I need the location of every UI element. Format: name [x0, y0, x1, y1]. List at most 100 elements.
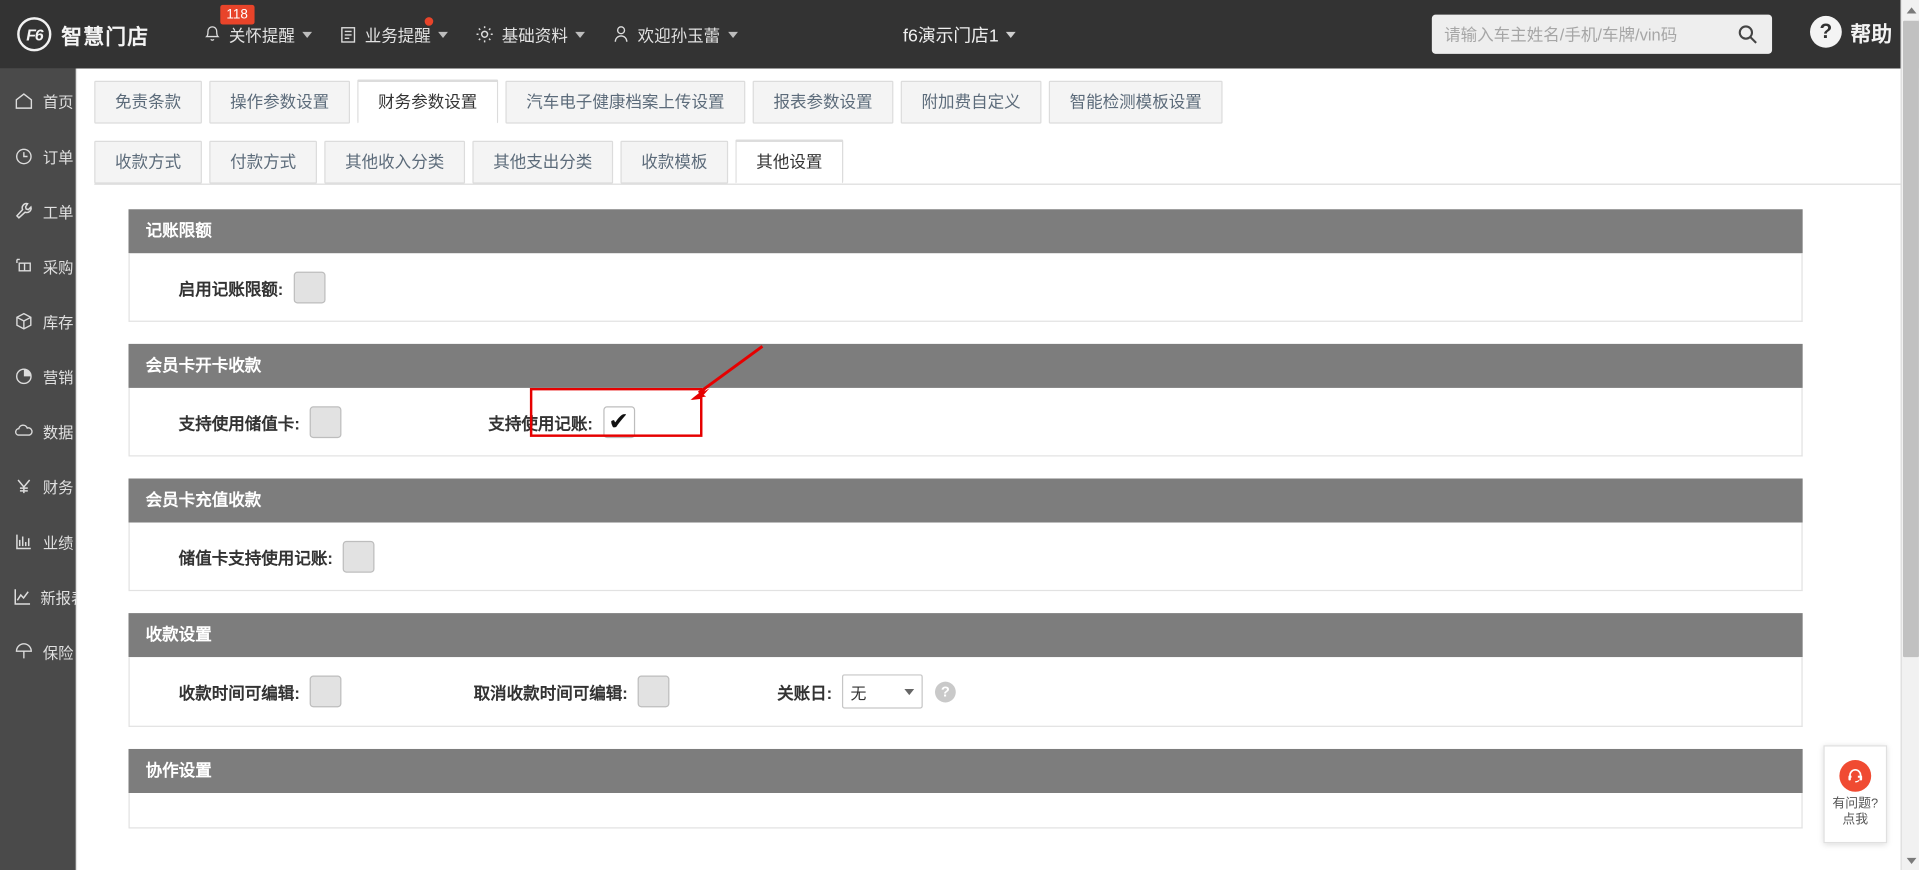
section-receive-settings: 收款设置 收款时间可编辑: 取消收款时间可编辑: 关账日: 无 ?: [128, 613, 1803, 727]
checkbox-stored-card-support-accounting[interactable]: [342, 540, 375, 573]
nav-label-care-reminder: 关怀提醒: [228, 26, 295, 46]
list-icon: [339, 25, 357, 43]
help-label: 帮助: [1850, 22, 1892, 46]
user-icon: [612, 24, 630, 44]
brand-logo-text: F6: [26, 25, 43, 44]
subtab-receive-template[interactable]: 收款模板: [620, 140, 729, 184]
chevron-down-icon: [904, 688, 915, 695]
sidebar-label-orders: 订单: [42, 148, 74, 166]
chat-support-widget[interactable]: 有问题? 点我: [1823, 745, 1888, 844]
sidebar-item-performance[interactable]: 业绩: [0, 519, 76, 563]
field-receive-time-editable: 收款时间可编辑:: [130, 675, 342, 708]
sidebar-item-data[interactable]: 数据: [0, 409, 76, 453]
section-title: 会员卡开卡收款: [128, 343, 1803, 388]
subtab-receive-method[interactable]: 收款方式: [94, 140, 202, 184]
tab-disclaimer[interactable]: 免责条款: [94, 80, 202, 124]
help-button[interactable]: ? 帮助: [1810, 15, 1892, 48]
field-label: 储值卡支持使用记账:: [178, 548, 333, 568]
field-label: 收款时间可编辑:: [178, 684, 300, 703]
chevron-down-icon: [438, 31, 448, 38]
sidebar-item-orders[interactable]: 订单: [0, 133, 76, 177]
scrollbar-up-button[interactable]: [1901, 0, 1919, 20]
chevron-up-icon: [1906, 6, 1916, 13]
field-label: 取消收款时间可编辑:: [473, 684, 628, 703]
sub-tab-bar: 收款方式 付款方式 其他收入分类 其他支出分类 收款模板 其他设置: [77, 124, 1919, 184]
scrollbar-thumb[interactable]: [1903, 20, 1919, 658]
gear-icon: [475, 24, 495, 44]
tab-finance-params[interactable]: 财务参数设置: [357, 80, 499, 124]
sidebar-label-data: 数据: [42, 424, 74, 442]
subtab-other-income-category[interactable]: 其他收入分类: [324, 140, 466, 184]
sidebar-label-insurance: 保险: [42, 644, 74, 662]
sidebar-item-inventory[interactable]: 库存: [0, 299, 76, 343]
checkbox-cancel-receive-time-editable[interactable]: [637, 675, 670, 708]
subtab-payment-method[interactable]: 付款方式: [209, 140, 317, 184]
section-body: 启用记账限额:: [128, 253, 1803, 322]
sidebar-item-home[interactable]: 首页: [0, 78, 76, 122]
help-mark: ?: [1819, 19, 1833, 43]
checkbox-receive-time-editable[interactable]: [309, 675, 342, 708]
line-chart-icon: [12, 586, 33, 607]
screenshot-viewport: F6 智慧门店 关怀提醒 118 业务提醒 基础资料 欢迎孙玉蕾 f6演示门店1…: [0, 0, 1919, 870]
pie-icon: [12, 365, 35, 386]
wrench-icon: [12, 200, 35, 221]
section-title: 收款设置: [128, 613, 1803, 658]
search-input[interactable]: [1431, 25, 1724, 44]
nav-label-business-reminder: 业务提醒: [364, 26, 431, 46]
sidebar-item-marketing[interactable]: 营销: [0, 354, 76, 398]
nav-item-basic-data[interactable]: 基础资料: [475, 22, 585, 46]
sidebar-item-new-report[interactable]: 新报表: [0, 574, 86, 618]
sub-tab-underline: [94, 183, 1904, 185]
section-accounting-limit: 记账限额 启用记账限额:: [128, 209, 1803, 322]
nav-label-user: 欢迎孙玉蕾: [637, 26, 721, 46]
chevron-down-icon: [1906, 857, 1916, 864]
brand-name: 智慧门店: [61, 25, 150, 49]
field-label: 支持使用储值卡:: [178, 414, 300, 433]
search-icon[interactable]: [1723, 15, 1772, 54]
tab-ehealth-upload[interactable]: 汽车电子健康档案上传设置: [505, 80, 746, 124]
nav-item-business-reminder[interactable]: 业务提醒: [339, 17, 448, 46]
tab-smart-inspection-template[interactable]: 智能检测模板设置: [1048, 80, 1223, 124]
chevron-down-icon: [727, 31, 738, 38]
nav-item-user[interactable]: 欢迎孙玉蕾: [612, 22, 738, 46]
sidebar-label-purchase: 采购: [42, 258, 74, 276]
chat-widget-text: 有问题? 点我: [1832, 797, 1878, 829]
nav-item-care-reminder[interactable]: 关怀提醒 118: [203, 4, 313, 46]
section-member-card-open: 会员卡开卡收款 支持使用储值卡: 支持使用记账: ✔: [128, 343, 1803, 457]
field-label: 关账日:: [777, 684, 833, 703]
care-reminder-badge: 118: [220, 4, 254, 25]
f6-logo-icon: F6: [17, 17, 52, 52]
section-title: 会员卡充值收款: [128, 478, 1803, 523]
sidebar-item-insurance[interactable]: 保险: [0, 629, 76, 673]
help-tooltip-icon[interactable]: ?: [934, 681, 956, 702]
sidebar-label-workorder: 工单: [42, 203, 74, 221]
yuan-icon: [12, 475, 35, 496]
umbrella-icon: [12, 641, 35, 662]
headset-icon: [1839, 759, 1872, 792]
scrollbar-down-button[interactable]: [1901, 850, 1919, 870]
top-bar: F6 智慧门店 关怀提醒 118 业务提醒 基础资料 欢迎孙玉蕾 f6演示门店1…: [0, 0, 1919, 69]
sidebar-label-home: 首页: [42, 93, 74, 111]
bar-chart-icon: [12, 531, 35, 552]
subtab-other-expense-category[interactable]: 其他支出分类: [472, 140, 614, 184]
sidebar-item-purchase[interactable]: 采购: [0, 244, 76, 288]
check-mark-icon: ✔: [608, 408, 629, 436]
checkbox-enable-accounting-limit[interactable]: [293, 271, 325, 303]
checkbox-support-stored-value-card[interactable]: [309, 405, 342, 438]
tab-report-params[interactable]: 报表参数设置: [752, 80, 894, 124]
app-page: F6 智慧门店 关怀提醒 118 业务提醒 基础资料 欢迎孙玉蕾 f6演示门店1…: [0, 0, 1919, 870]
page-scrollbar[interactable]: [1900, 0, 1919, 870]
store-selector[interactable]: f6演示门店1: [903, 21, 1016, 47]
box-icon: [12, 310, 35, 331]
field-label: 启用记账限额:: [178, 279, 284, 298]
tab-surcharge-custom[interactable]: 附加费自定义: [900, 80, 1042, 124]
sidebar-item-finance[interactable]: 财务: [0, 464, 76, 508]
select-closing-day[interactable]: 无: [841, 674, 923, 709]
subtab-other-settings[interactable]: 其他设置: [735, 140, 844, 184]
sidebar-item-workorder[interactable]: 工单: [0, 188, 76, 232]
field-label: 支持使用记账:: [488, 414, 593, 433]
tab-operation-params[interactable]: 操作参数设置: [209, 80, 351, 124]
checkbox-support-accounting[interactable]: ✔: [602, 405, 635, 438]
field-enable-accounting-limit: 启用记账限额:: [130, 271, 325, 303]
brand[interactable]: F6 智慧门店: [17, 17, 176, 52]
